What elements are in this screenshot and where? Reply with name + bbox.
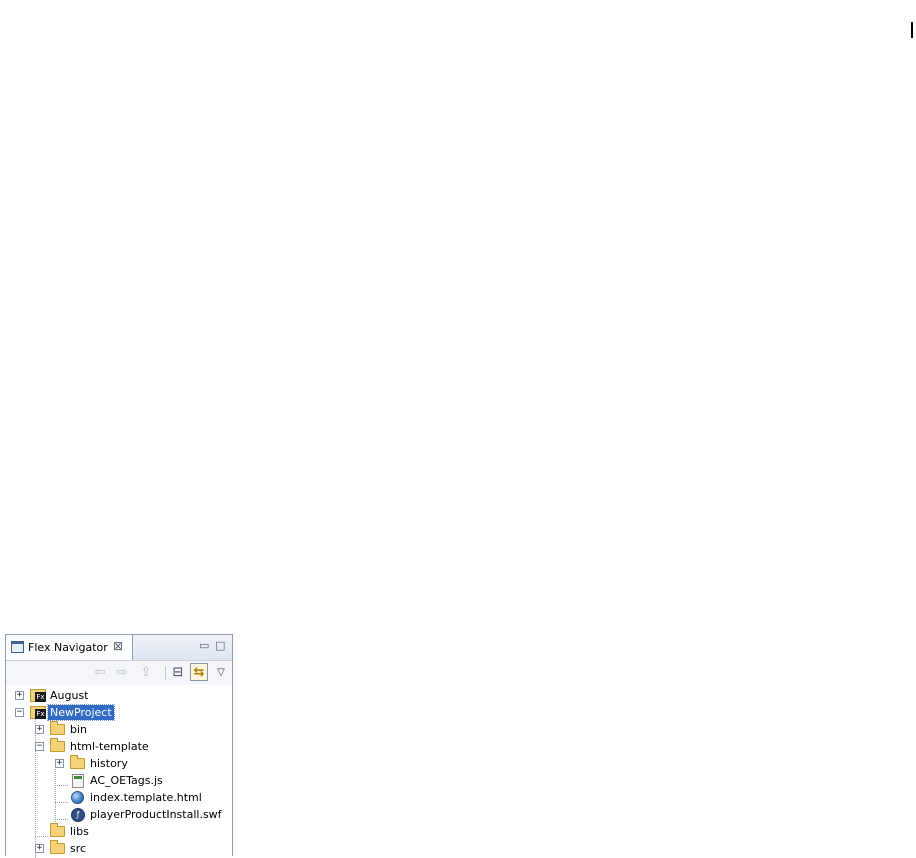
up-icon[interactable]: ⇪ (137, 663, 155, 681)
tree-item-label: libs (70, 825, 89, 838)
js-file-icon (72, 774, 84, 788)
expand-icon[interactable]: + (35, 725, 44, 734)
close-icon[interactable]: ⊠ (113, 639, 123, 653)
collapse-icon[interactable]: − (15, 708, 24, 717)
tree-connector (55, 819, 68, 820)
tree-item-label: index.template.html (90, 791, 202, 804)
expand-icon[interactable]: + (55, 759, 64, 768)
toolbar-separator (165, 666, 166, 680)
window-edge-marker (911, 22, 913, 38)
folder-icon (50, 840, 65, 854)
view-title: Flex Navigator (28, 641, 108, 654)
tree-connector (55, 765, 56, 824)
link-with-editor-icon[interactable]: ⇆ (190, 663, 208, 681)
tree-item-label: history (90, 757, 128, 770)
forward-icon[interactable]: ⇨ (113, 663, 131, 681)
tree-connector (35, 836, 48, 837)
back-icon[interactable]: ⇦ (91, 663, 109, 681)
flex-project-icon (30, 706, 46, 719)
tree-item-label: playerProductInstall.swf (90, 808, 222, 821)
flex-navigator-view: Flex Navigator ⊠ ▭ □ ⇦ ⇨ ⇪ ⊟ ⇆ ▽ + Augus… (5, 634, 233, 858)
tree-connector (55, 802, 68, 803)
view-tabbar: Flex Navigator ⊠ ▭ □ (6, 635, 232, 661)
folder-icon (50, 823, 65, 837)
tree-item-label: src (70, 842, 87, 855)
flex-project-icon (30, 689, 46, 702)
tree-connector (55, 785, 68, 786)
collapse-all-icon[interactable]: ⊟ (169, 663, 187, 681)
tree-item-label: html-template (70, 740, 149, 753)
tree-item-label: NewProject (47, 704, 115, 721)
minimize-icon[interactable]: ▭ (199, 639, 209, 652)
view-toolbar: ⇦ ⇨ ⇪ ⊟ ⇆ ▽ (6, 661, 232, 685)
tree-item-label: bin (70, 723, 88, 736)
maximize-icon[interactable]: □ (215, 639, 225, 652)
view-menu-icon[interactable]: ▽ (212, 663, 230, 681)
swf-file-icon: ƒ (71, 808, 85, 822)
collapse-icon[interactable]: − (35, 742, 44, 751)
folder-icon (50, 738, 65, 752)
tree-item-label: August (50, 689, 89, 702)
html-file-icon (71, 791, 84, 804)
tree-item-label: AC_OETags.js (90, 774, 163, 787)
folder-icon (50, 721, 65, 735)
expand-icon[interactable]: + (35, 844, 44, 853)
folder-icon (70, 755, 85, 769)
view-icon (11, 641, 24, 653)
tab-flex-navigator[interactable]: Flex Navigator ⊠ (6, 635, 133, 660)
expand-icon[interactable]: + (15, 691, 24, 700)
